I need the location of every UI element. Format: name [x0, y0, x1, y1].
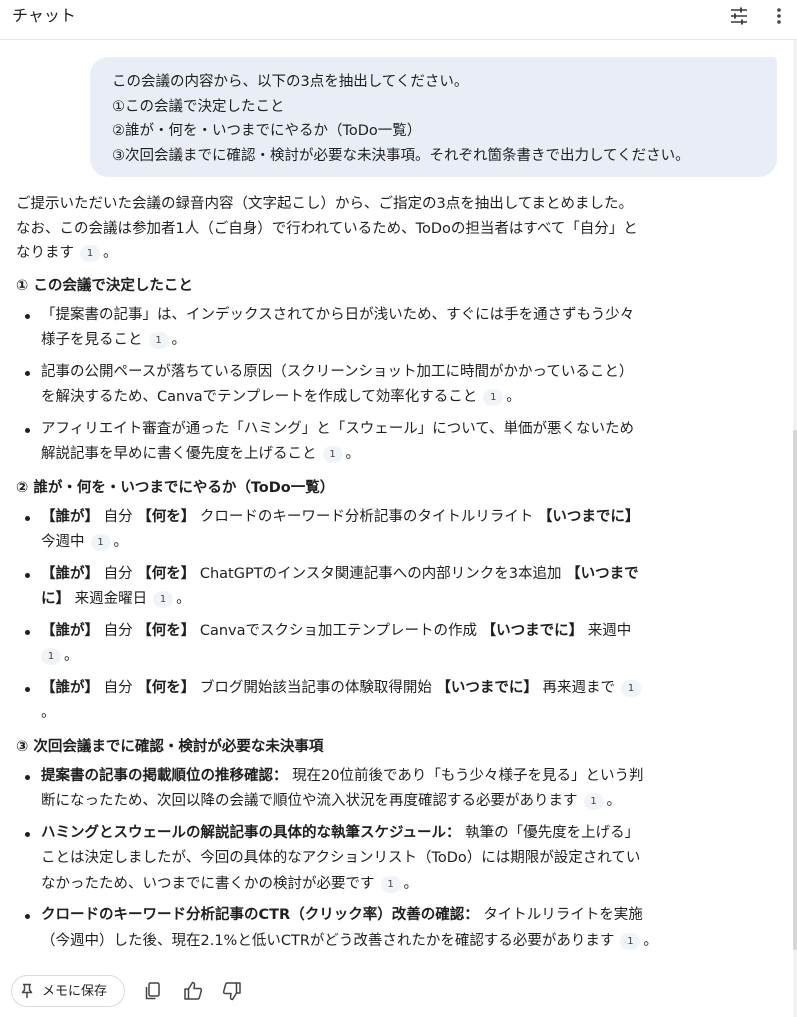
citation-chip[interactable]: 1	[620, 932, 641, 950]
scrollbar-thumb[interactable]	[793, 430, 797, 950]
citation-chip[interactable]: 1	[583, 793, 604, 810]
page-title: チャット	[12, 6, 76, 25]
intro-line-2: なお、この会議は参加者1人（ご自身）で行われているため、ToDoの担当者はすべて…	[16, 220, 638, 237]
citation-chip[interactable]: 1	[41, 648, 61, 665]
list-item: 「提案書の記事」は、インデックスされてから日が浅いため、すぐには手を通さずもう少…	[16, 303, 716, 354]
citation-chip[interactable]: 1	[380, 875, 401, 893]
user-message-line: ③次回会議までに確認・検討が必要な未決事項。それぞれ箇条書きで出力してください。	[112, 147, 690, 164]
list-item: クロードのキーワード分析記事のCTR（クリック率）改善の確認： タイトルリライト…	[16, 903, 716, 954]
user-message-bubble: この会議の内容から、以下の3点を抽出してください。 ①この会議で決定したこと ②…	[90, 57, 777, 177]
citation-chip[interactable]: 1	[483, 389, 504, 406]
save-to-note-label: メモに保存	[42, 984, 108, 999]
decisions-list: 「提案書の記事」は、インデックスされてから日が浅いため、すぐには手を通さずもう少…	[16, 303, 716, 468]
assistant-response: ご提示いただいた会議の録音内容（文字起こし）から、ご指定の3点を抽出してまとめま…	[16, 192, 716, 960]
save-to-note-button[interactable]: メモに保存	[11, 975, 125, 1007]
copy-icon[interactable]	[142, 980, 164, 1002]
response-action-bar: メモに保存	[11, 975, 271, 1009]
intro-line-3: なります	[16, 245, 74, 261]
section-heading-open-issues: ③ 次回会議までに確認・検討が必要な未決事項	[16, 738, 324, 755]
response-intro: ご提示いただいた会議の録音内容（文字起こし）から、ご指定の3点を抽出してまとめま…	[16, 192, 716, 266]
list-item: アフィリエイト審査が通った「ハミング」と「スウェール」について、単価が悪くないた…	[16, 417, 716, 468]
citation-chip[interactable]: 1	[621, 679, 642, 697]
list-item: ハミングとスウェールの解説記事の具体的な執筆スケジュール： 執筆の「優先度を上げ…	[16, 821, 716, 898]
tune-icon[interactable]	[729, 6, 749, 26]
top-bar: チャット	[0, 0, 797, 40]
user-message-line: ①この会議で決定したこと	[112, 98, 285, 115]
todo-item: 【誰が】 自分 【何を】 ブログ開始該当記事の体験取得開始 【いつまでに】 再来…	[16, 676, 716, 727]
section-heading-decisions: ① この会議で決定したこと	[16, 277, 193, 294]
citation-chip[interactable]: 1	[148, 332, 169, 349]
thumb-down-icon[interactable]	[221, 980, 243, 1002]
todo-item: 【誰が】 自分 【何を】 クロードのキーワード分析記事のタイトルリライト 【いつ…	[16, 505, 716, 556]
open-issues-list: 提案書の記事の掲載順位の推移確認： 現在20位前後であり「もう少々様子を見る」と…	[16, 764, 716, 955]
citation-chip[interactable]: 1	[322, 446, 343, 463]
user-message-line: この会議の内容から、以下の3点を抽出してください。	[112, 74, 469, 90]
citation-chip[interactable]: 1	[90, 534, 111, 551]
todo-list: 【誰が】 自分 【何を】 クロードのキーワード分析記事のタイトルリライト 【いつ…	[16, 505, 716, 727]
todo-item: 【誰が】 自分 【何を】 ChatGPTのインスタ関連記事への内部リンクを3本追…	[16, 562, 716, 613]
citation-chip[interactable]: 1	[80, 245, 100, 262]
todo-item: 【誰が】 自分 【何を】 Canvaでスクショ加工テンプレートの作成 【いつまで…	[16, 619, 716, 670]
user-message-line: ②誰が・何を・いつまでにやるか（ToDo一覧）	[112, 123, 422, 139]
intro-line-1: ご提示いただいた会議の録音内容（文字起こし）から、ご指定の3点を抽出してまとめま…	[16, 196, 634, 212]
period: 。	[103, 245, 118, 261]
thumb-up-icon[interactable]	[182, 980, 204, 1002]
list-item: 記事の公開ペースが落ちている原因（スクリーンショット加工に時間がかかっていること…	[16, 360, 716, 411]
citation-chip[interactable]: 1	[153, 591, 174, 608]
more-vert-icon[interactable]	[772, 6, 786, 26]
pin-icon	[21, 983, 33, 998]
list-item: 提案書の記事の掲載順位の推移確認： 現在20位前後であり「もう少々様子を見る」と…	[16, 764, 716, 815]
section-heading-todo: ② 誰が・何を・いつまでにやるか（ToDo一覧）	[16, 479, 335, 496]
